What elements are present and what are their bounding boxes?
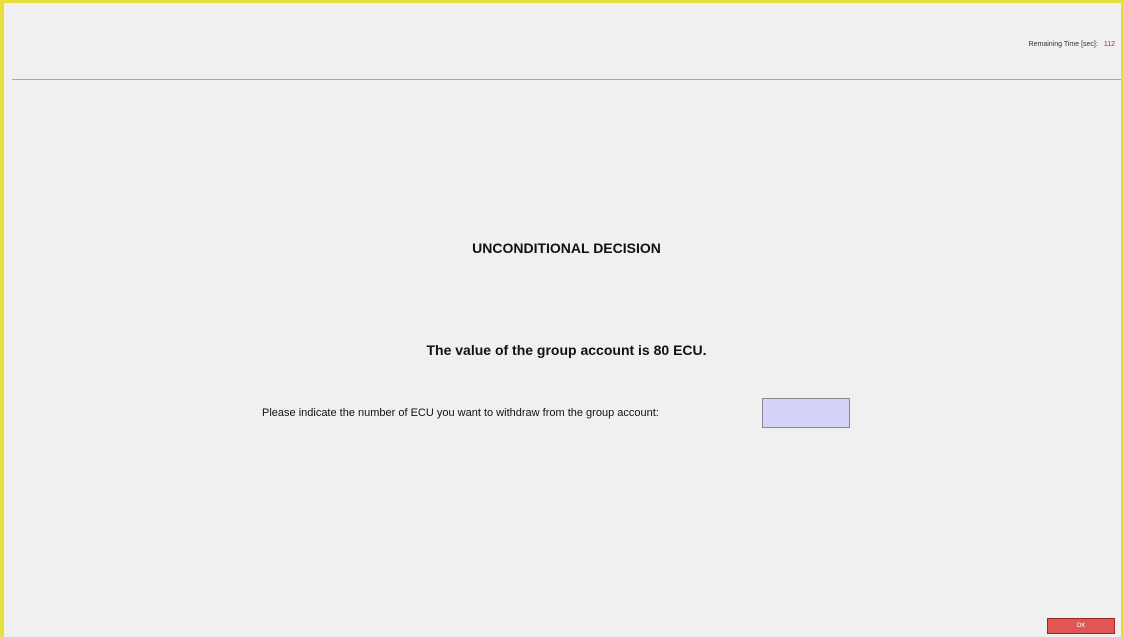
- group-account-value: The value of the group account is 80 ECU…: [426, 342, 707, 358]
- header-bar: Remaining Time [sec]: 112: [12, 3, 1121, 80]
- withdraw-amount-input[interactable]: [762, 398, 850, 428]
- remaining-time-value: 112: [1103, 41, 1115, 48]
- decision-panel: UNCONDITIONAL DECISION The value of the …: [12, 80, 1121, 637]
- experiment-window: Remaining Time [sec]: 112 UNCONDITIONAL D…: [0, 0, 1123, 637]
- remaining-time-label: Remaining Time [sec]:: [1028, 41, 1098, 48]
- remaining-time: Remaining Time [sec]: 112: [1029, 41, 1115, 48]
- ok-button[interactable]: OK: [1047, 618, 1115, 634]
- page-title: UNCONDITIONAL DECISION: [472, 240, 661, 256]
- withdraw-prompt-label: Please indicate the number of ECU you wa…: [262, 407, 659, 419]
